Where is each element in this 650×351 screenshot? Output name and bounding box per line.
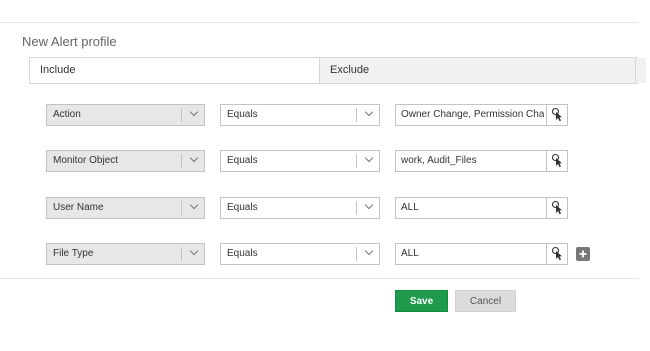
picker-button[interactable] (546, 244, 567, 264)
chevron-down-icon (364, 200, 374, 210)
field-select-user-name[interactable]: User Name (46, 197, 205, 219)
chevron-down-icon (364, 107, 374, 117)
tab-exclude[interactable]: Exclude (319, 58, 635, 83)
save-button[interactable]: Save (395, 290, 448, 312)
value-field-monitor-object[interactable]: work, Audit_Files (395, 150, 568, 172)
operator-select-label: Equals (227, 109, 258, 120)
select-divider (181, 247, 182, 261)
criteria-row-monitor-object: Monitor Object Equals work, Audit_Files (0, 150, 650, 172)
field-select-label: User Name (53, 202, 104, 213)
criteria-row-file-type: File Type Equals ALL (0, 243, 650, 265)
operator-select-label: Equals (227, 155, 258, 166)
value-field-action[interactable]: Owner Change, Permission Change (395, 104, 568, 126)
select-divider (356, 108, 357, 122)
value-text: work, Audit_Files (401, 155, 477, 166)
field-select-file-type[interactable]: File Type (46, 243, 205, 265)
operator-select-user-name[interactable]: Equals (220, 197, 380, 219)
select-divider (181, 154, 182, 168)
criteria-row-user-name: User Name Equals ALL (0, 197, 650, 219)
chevron-down-icon (189, 107, 199, 117)
select-divider (356, 247, 357, 261)
top-divider (0, 22, 638, 23)
select-divider (181, 108, 182, 122)
value-field-file-type[interactable]: ALL (395, 243, 568, 265)
select-divider (356, 201, 357, 215)
value-text: ALL (401, 248, 419, 259)
chevron-down-icon (189, 200, 199, 210)
operator-select-label: Equals (227, 248, 258, 259)
tab-bar-end (635, 58, 646, 83)
cancel-button[interactable]: Cancel (455, 290, 516, 312)
chevron-down-icon (189, 153, 199, 163)
select-divider (356, 154, 357, 168)
field-select-label: File Type (53, 248, 94, 259)
operator-select-label: Equals (227, 202, 258, 213)
plus-icon (579, 250, 587, 258)
pointer-icon (551, 200, 562, 215)
value-text: ALL (401, 202, 419, 213)
select-divider (181, 201, 182, 215)
pointer-icon (551, 246, 562, 261)
picker-button[interactable] (546, 151, 567, 171)
add-row-button[interactable] (576, 247, 590, 261)
footer-divider (0, 278, 638, 279)
pointer-icon (551, 107, 562, 122)
operator-select-monitor-object[interactable]: Equals (220, 150, 380, 172)
page-title: New Alert profile (22, 34, 117, 49)
chevron-down-icon (364, 246, 374, 256)
tab-include[interactable]: Include (30, 58, 319, 83)
tab-bar: Include Exclude (29, 57, 646, 84)
picker-button[interactable] (546, 105, 567, 125)
operator-select-file-type[interactable]: Equals (220, 243, 380, 265)
value-text: Owner Change, Permission Change (401, 109, 544, 120)
chevron-down-icon (189, 246, 199, 256)
criteria-row-action: Action Equals Owner Change, Permission C… (0, 104, 650, 126)
chevron-down-icon (364, 153, 374, 163)
picker-button[interactable] (546, 198, 567, 218)
field-select-action[interactable]: Action (46, 104, 205, 126)
pointer-icon (551, 153, 562, 168)
field-select-label: Action (53, 109, 81, 120)
field-select-monitor-object[interactable]: Monitor Object (46, 150, 205, 172)
value-field-user-name[interactable]: ALL (395, 197, 568, 219)
operator-select-action[interactable]: Equals (220, 104, 380, 126)
field-select-label: Monitor Object (53, 155, 119, 166)
